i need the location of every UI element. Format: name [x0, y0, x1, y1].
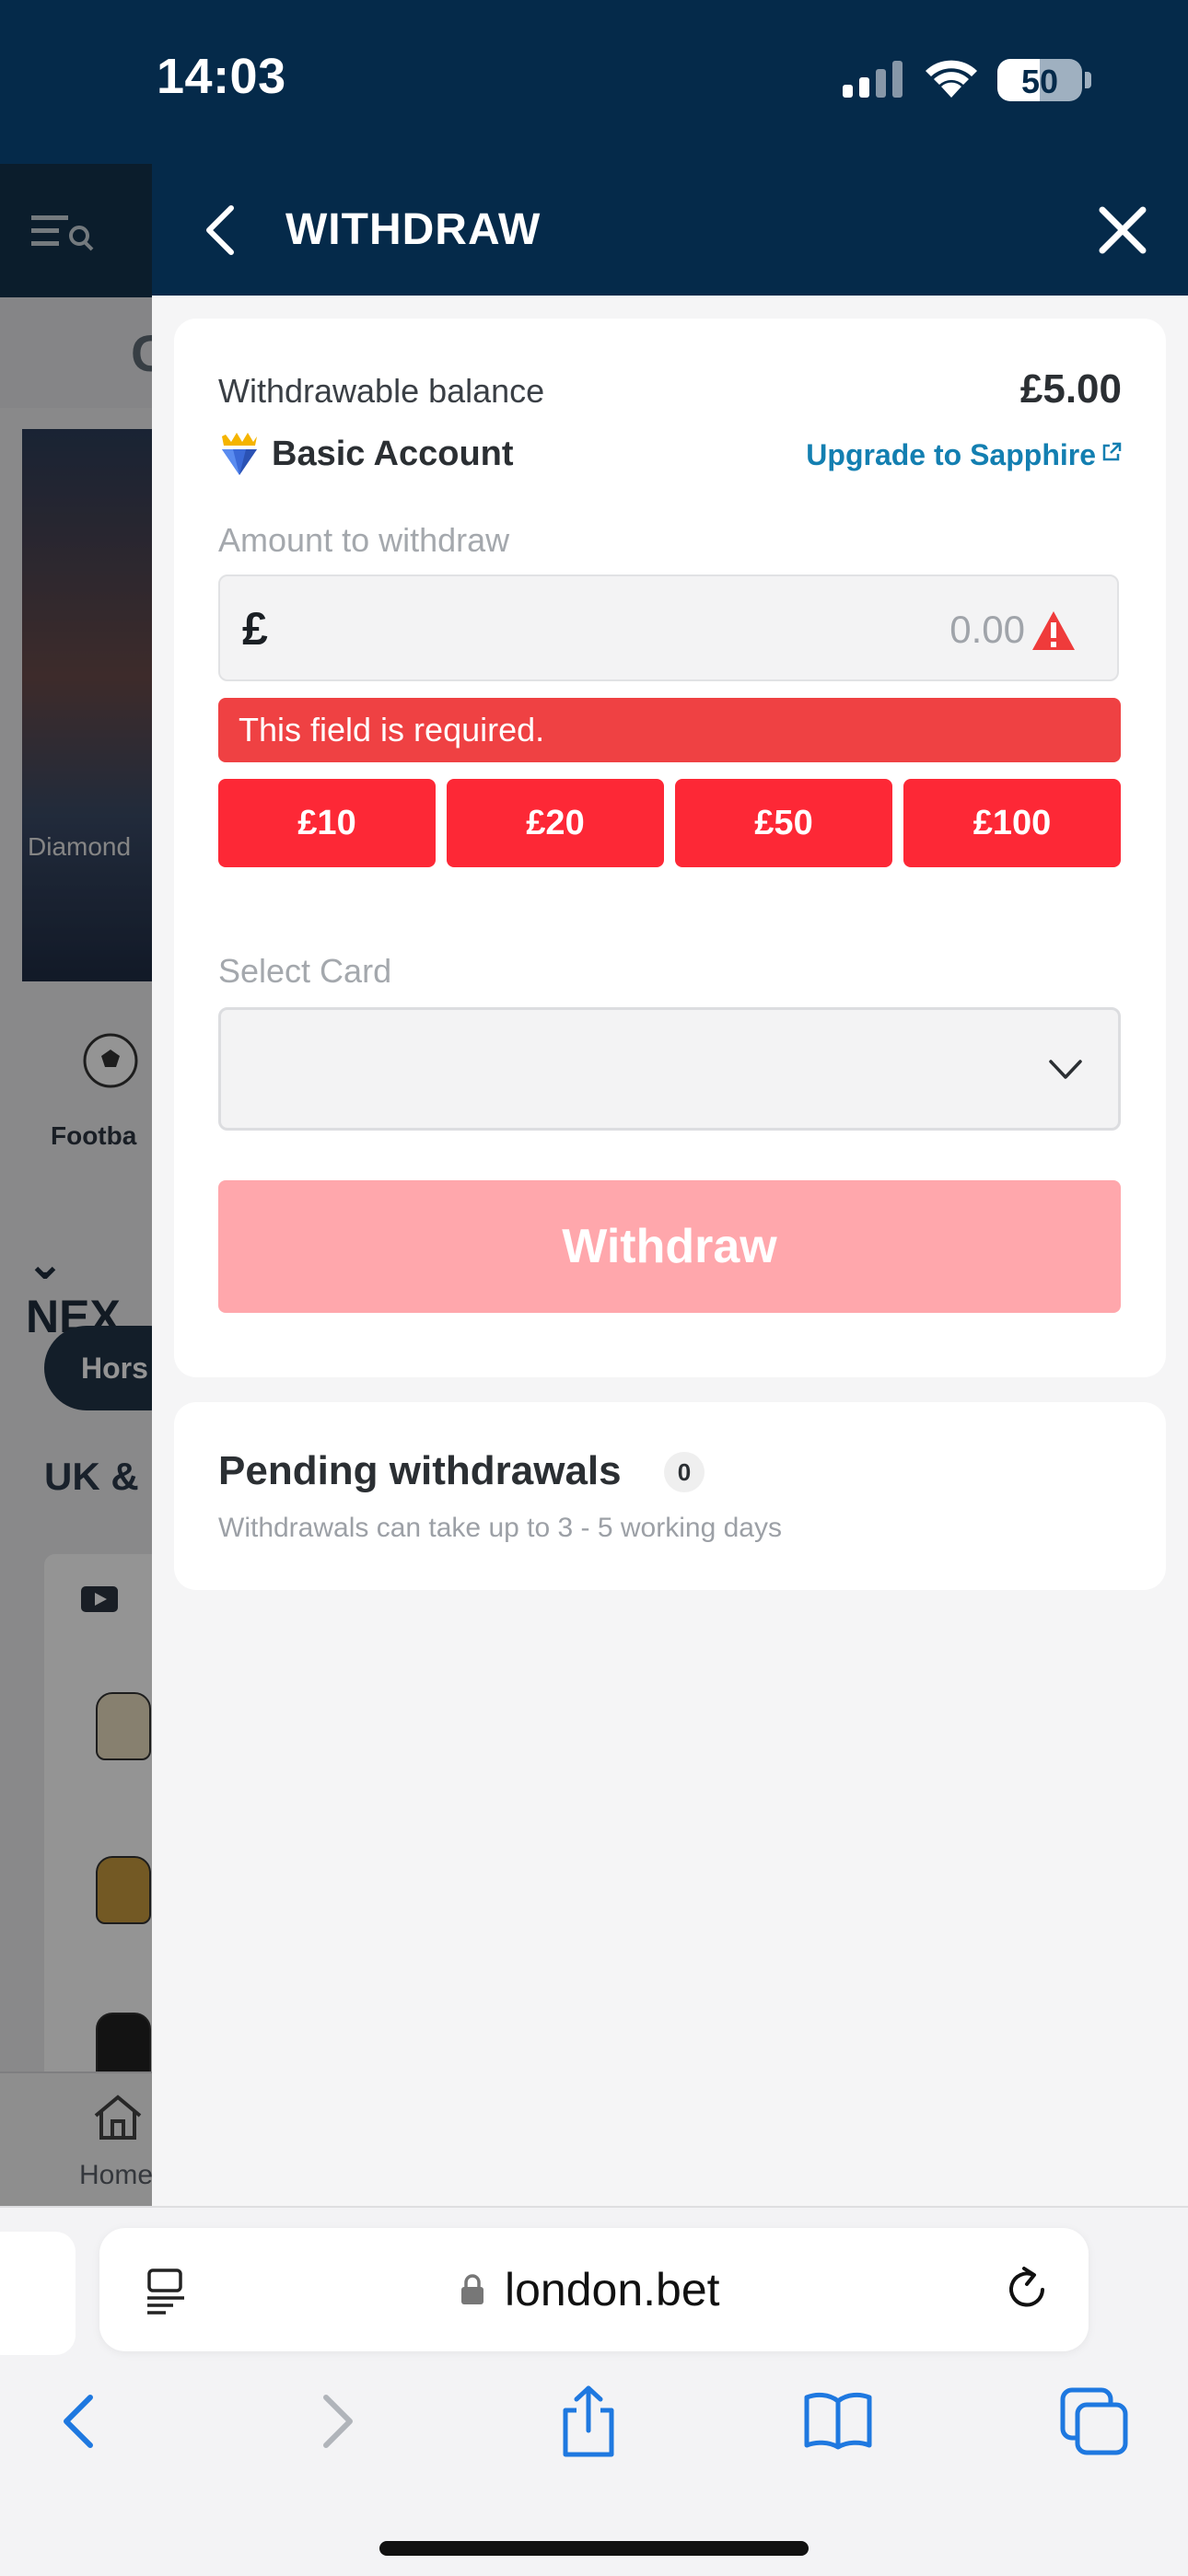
withdraw-form-card: Withdrawable balance £5.00 Basic Account…: [174, 319, 1166, 1377]
wifi-icon: [926, 60, 977, 98]
balance-value: £5.00: [1019, 366, 1122, 412]
select-card-label: Select Card: [218, 952, 392, 990]
upgrade-link[interactable]: Upgrade to Sapphire: [806, 438, 1096, 472]
quick-amount-button[interactable]: £10: [218, 779, 436, 867]
currency-symbol: £: [242, 603, 268, 655]
status-time: 14:03: [157, 49, 286, 104]
share-icon[interactable]: [556, 2385, 621, 2458]
tabs-icon[interactable]: [1059, 2386, 1129, 2456]
address-bar[interactable]: london.bet: [99, 2228, 1089, 2351]
cellular-signal-icon: [843, 61, 903, 98]
battery-percent: 50: [1020, 63, 1059, 100]
status-bar: 14:03 50: [0, 0, 1188, 164]
home-indicator: [379, 2541, 809, 2556]
amount-input[interactable]: £ 0.00: [218, 574, 1119, 681]
error-text: This field is required.: [239, 711, 545, 748]
withdraw-panel: WITHDRAW Withdrawable balance £5.00 Basi…: [152, 164, 1188, 2206]
pending-withdrawals-card: Pending withdrawals 0 Withdrawals can ta…: [174, 1402, 1166, 1590]
back-arrow-icon[interactable]: [200, 203, 239, 258]
pending-note: Withdrawals can take up to 3 - 5 working…: [218, 1513, 782, 1543]
page-menu-icon[interactable]: [144, 2267, 188, 2315]
browser-back-icon[interactable]: [57, 2392, 101, 2451]
quick-amount-buttons: £10 £20 £50 £100: [218, 779, 1121, 867]
panel-header: WITHDRAW: [152, 164, 1188, 296]
quick-amount-button[interactable]: £20: [447, 779, 664, 867]
amount-label: Amount to withdraw: [218, 521, 510, 559]
quick-amount-button[interactable]: £50: [675, 779, 892, 867]
reload-icon[interactable]: [1002, 2265, 1052, 2315]
close-icon[interactable]: [1097, 204, 1148, 256]
quick-amount-button[interactable]: £100: [903, 779, 1121, 867]
amount-placeholder: 0.00: [949, 608, 1025, 651]
page-title: WITHDRAW: [285, 205, 542, 254]
account-tier: Basic Account: [272, 435, 514, 473]
previous-tab[interactable]: [0, 2232, 76, 2355]
balance-label: Withdrawable balance: [218, 372, 545, 410]
bookmarks-icon[interactable]: [803, 2390, 873, 2451]
modal-backdrop[interactable]: [0, 164, 152, 2206]
card-select-dropdown[interactable]: [218, 1007, 1121, 1131]
warning-icon: [1032, 611, 1075, 650]
withdraw-button[interactable]: Withdraw: [218, 1180, 1121, 1313]
external-link-icon[interactable]: [1101, 442, 1122, 462]
pending-count-badge: 0: [664, 1452, 705, 1492]
battery-indicator: 50: [997, 59, 1082, 101]
pending-title: Pending withdrawals: [218, 1448, 622, 1493]
diamond-gem-icon: [222, 433, 257, 475]
battery-cap: [1085, 72, 1091, 88]
chevron-down-icon: [1049, 1060, 1082, 1079]
browser-toolbar: london.bet: [0, 2206, 1188, 2576]
browser-forward-icon[interactable]: [315, 2392, 359, 2451]
error-message: This field is required.: [218, 698, 1121, 762]
lock-icon: [461, 2274, 483, 2304]
url-text: london.bet: [505, 2264, 720, 2315]
